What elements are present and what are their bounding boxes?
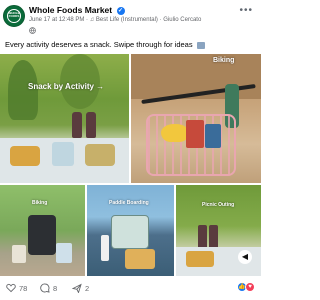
caption-text: Every activity deserves a snack. Swipe t…: [5, 40, 193, 49]
love-reaction-icon: ♥: [245, 282, 255, 292]
meta-separator-2: ·: [159, 17, 162, 23]
food-shape: [10, 146, 40, 166]
snack-shape: [56, 243, 72, 263]
bottle-shape: [101, 235, 109, 261]
song-title[interactable]: Best Life (Instrumental): [96, 17, 158, 23]
banana-shape: [161, 124, 189, 142]
share-icon: [72, 283, 82, 293]
photo-grid: Snack by Activity → Biking Biking Paddle…: [0, 54, 261, 276]
share-button[interactable]: 2: [72, 282, 89, 294]
post-date[interactable]: June 17 at 12:48 PM: [29, 17, 84, 23]
snack-pack-shape: [205, 124, 221, 148]
food-shape: [52, 142, 74, 166]
post-actions: 78 8 2 👍 ♥: [0, 280, 261, 300]
like-button[interactable]: 78: [6, 282, 27, 294]
comment-count: 8: [53, 283, 58, 293]
more-options-button[interactable]: •••: [239, 6, 253, 16]
arrow-emoji-icon: [196, 41, 205, 49]
sound-icon[interactable]: ◀: [238, 250, 252, 264]
bottle-shape: [198, 225, 207, 249]
globe-icon: [29, 27, 36, 34]
tile-label: Biking: [32, 200, 48, 206]
heart-icon: [6, 283, 16, 293]
post-meta: June 17 at 12:48 PM · ♫ Best Life (Instr…: [29, 17, 201, 23]
photo-tile-paddle-boarding[interactable]: Paddle Boarding: [87, 185, 174, 276]
share-count: 2: [85, 283, 90, 293]
reaction-summary[interactable]: 👍 ♥: [237, 282, 255, 292]
photo-tile-picnic-outing[interactable]: Picnic Outing ◀: [176, 185, 261, 276]
photo-tile-biking[interactable]: Biking: [0, 185, 85, 276]
food-shape: [186, 251, 214, 267]
cooler-shape: [111, 215, 149, 249]
food-shape: [85, 144, 115, 166]
bottle-shape: [86, 112, 96, 138]
snack-pack-shape: [186, 120, 204, 148]
comment-button[interactable]: 8: [40, 282, 57, 294]
photo-tile-snack-by-activity[interactable]: Snack by Activity →: [0, 54, 129, 183]
tile-label: Snack by Activity →: [28, 82, 105, 91]
page-name-text[interactable]: Whole Foods Market: [29, 5, 112, 15]
verified-badge-icon: ✓: [116, 6, 125, 15]
bag-shape: [28, 215, 56, 255]
tile-label: Paddle Boarding: [109, 200, 149, 206]
meta-separator: ·: [86, 17, 89, 23]
music-note-icon: ♫: [89, 17, 95, 23]
bottle-shape: [72, 112, 82, 138]
post-caption: Every activity deserves a snack. Swipe t…: [5, 40, 205, 49]
comment-icon: [40, 283, 50, 293]
page-name[interactable]: Whole Foods Market ✓: [29, 5, 125, 15]
post-header: WHOLE FOODS Whole Foods Market ✓ June 17…: [0, 0, 261, 40]
avatar-logo-text: WHOLE FOODS: [8, 11, 20, 18]
tile-label: Biking: [213, 57, 235, 64]
food-shape: [125, 249, 155, 269]
snack-shape: [12, 245, 26, 263]
bottle-shape: [209, 225, 218, 249]
artist-name[interactable]: Giulio Cercato: [163, 17, 201, 23]
like-count: 78: [19, 283, 28, 293]
tile-label: Picnic Outing: [202, 202, 235, 208]
photo-tile-biking-basket[interactable]: Biking: [131, 54, 261, 183]
page-avatar[interactable]: WHOLE FOODS: [3, 5, 25, 27]
